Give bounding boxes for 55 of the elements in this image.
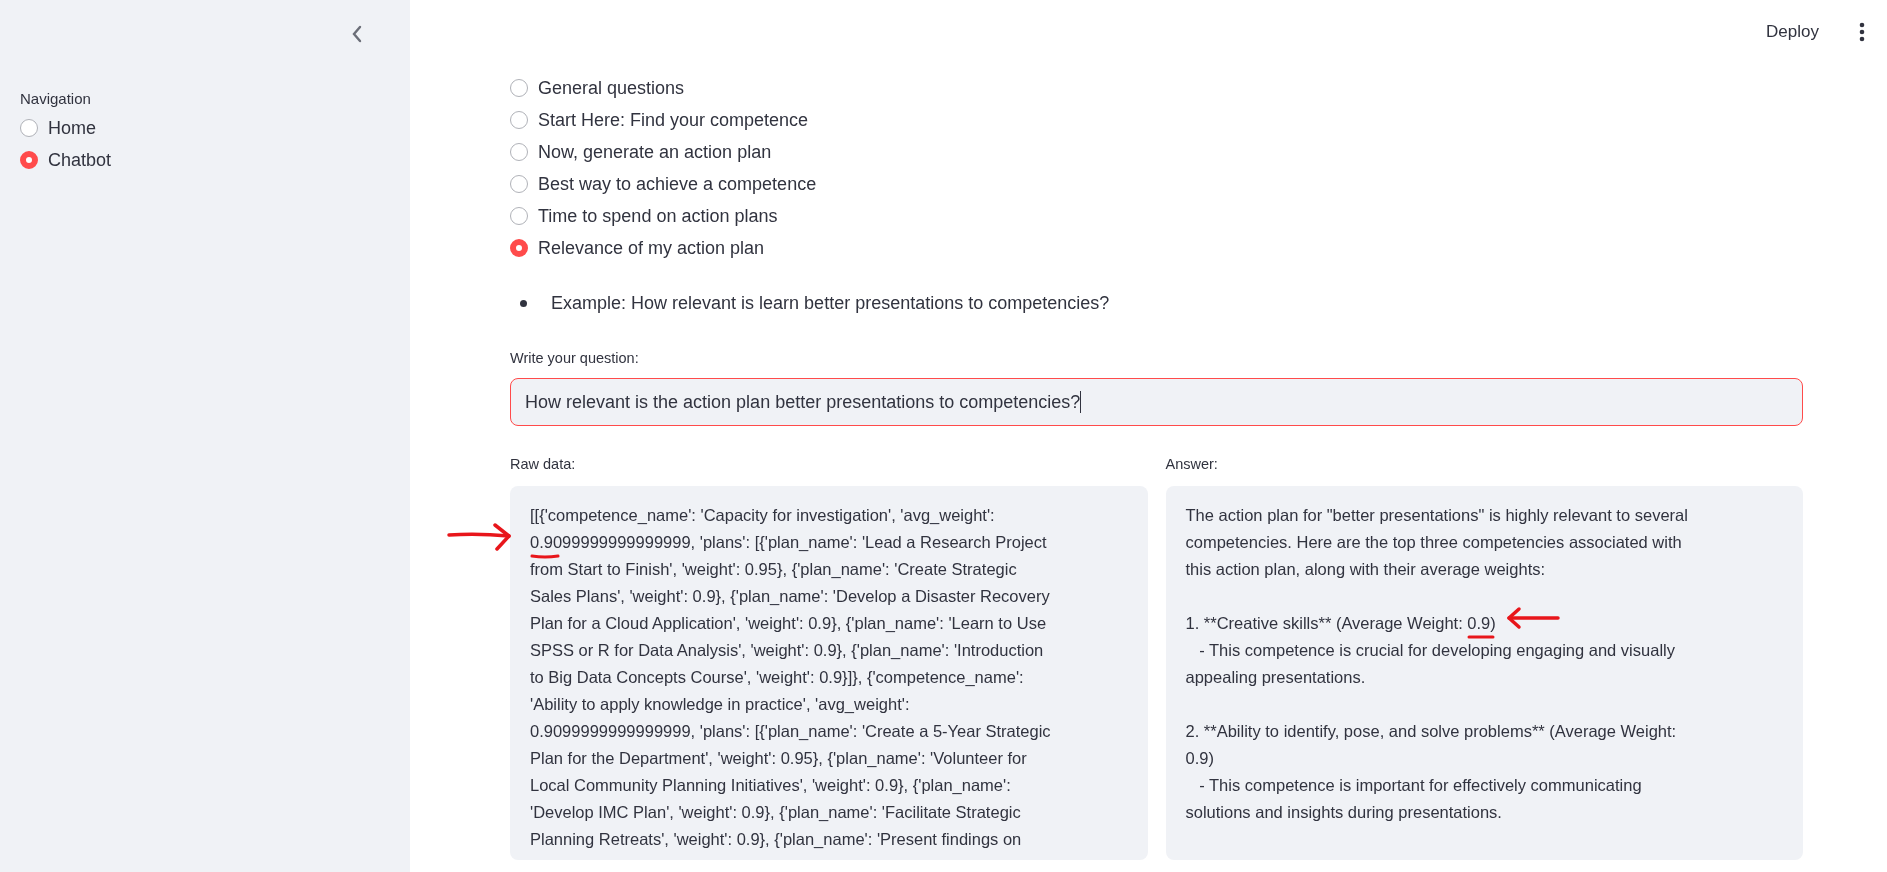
- answer-line: solutions and insights during presentations.: [1185, 803, 1502, 822]
- raw-data-textarea[interactable]: [510, 486, 1148, 860]
- radio-label[interactable]: General questions: [538, 77, 685, 99]
- raw-data-line: 'Ability to apply knowledge in practice', 'avg_weight':: [530, 695, 910, 714]
- radio-label[interactable]: Relevance of my action plan: [538, 237, 765, 259]
- annotation-underline: [530, 553, 560, 559]
- question-field[interactable]: How relevant is the action plan better presentations to competencies?: [510, 378, 1803, 426]
- raw-data-line: to Big Data Concepts Course', 'weight': 0.9}]}, {'competence_name':: [530, 668, 1024, 687]
- radio-button[interactable]: [510, 175, 528, 193]
- radio-label[interactable]: Time to spend on action plans: [538, 205, 778, 227]
- answer-line: 1. **Creative skills** (Average Weight: 0.9): [1185, 614, 1496, 633]
- raw-data-line: from Start to Finish', 'weight': 0.95}, {'plan_name': 'Create Strategic: [530, 560, 1017, 579]
- raw-data-line: SPSS or R for Data Analysis', 'weight': 0.9}, {'plan_name': 'Introduction: [530, 641, 1044, 660]
- answer-line: - This competence is important for effectively communicating: [1198, 776, 1642, 795]
- raw-data-line: 0.9099999999999999, 'plans': [{'plan_name': 'Create a 5-Year Strategic: [530, 722, 1051, 741]
- radio-label[interactable]: Home: [48, 117, 96, 139]
- raw-data-line: [[{'competence_name': 'Capacity for investigation', 'avg_weight':: [530, 506, 995, 525]
- radio-label[interactable]: Chatbot: [48, 149, 112, 171]
- answer-line: - This competence is crucial for developing engaging and visually: [1198, 641, 1675, 660]
- annotation-arrow: [1505, 606, 1561, 630]
- answer-line: this action plan, along with their average weights:: [1185, 560, 1546, 579]
- radio-button[interactable]: [510, 239, 528, 257]
- raw-data-line: 'Develop IMC Plan', 'weight': 0.9}, {'plan_name': 'Facilitate Strategic: [530, 803, 1021, 822]
- raw-data-label: Raw data:: [510, 456, 577, 472]
- chevron-left-icon[interactable]: [351, 25, 363, 43]
- answer-line: 0.9): [1185, 749, 1214, 768]
- bullet-icon: [520, 300, 527, 307]
- raw-data-line: Local Community Planning Initiatives', 'weight': 0.9}, {'plan_name':: [530, 776, 1011, 795]
- radio-label[interactable]: Now, generate an action plan: [538, 141, 772, 163]
- answer-textarea[interactable]: [1165, 486, 1803, 860]
- radio-button[interactable]: [510, 207, 528, 225]
- radio-button[interactable]: [510, 79, 528, 97]
- deploy-button[interactable]: Deploy: [1760, 18, 1825, 46]
- annotation-arrow: [447, 522, 513, 552]
- radio-label[interactable]: Best way to achieve a competence: [538, 173, 817, 195]
- answer-line: 2. **Ability to identify, pose, and solve problems** (Average Weight:: [1185, 722, 1677, 741]
- answer-line: appealing presentations.: [1185, 668, 1366, 687]
- raw-data-line: Plan for a Cloud Application', 'weight': 0.9}, {'plan_name': 'Learn to Use: [530, 614, 1047, 633]
- radio-label[interactable]: Start Here: Find your competence: [538, 109, 809, 131]
- answer-label: Answer:: [1165, 456, 1219, 472]
- more-options-icon[interactable]: [1859, 22, 1865, 42]
- question-label: Write your question:: [510, 350, 640, 366]
- raw-data-line: Planning Retreats', 'weight': 0.9}, {'plan_name': 'Present findings on: [530, 830, 1022, 849]
- radio-button[interactable]: [510, 143, 528, 161]
- raw-data-line: Plan for the Department', 'weight': 0.95}, {'plan_name': 'Volunteer for: [530, 749, 1027, 768]
- radio-button[interactable]: [510, 111, 528, 129]
- answer-line: competencies. Here are the top three competencies associated with: [1185, 533, 1682, 552]
- raw-data-line: Sales Plans', 'weight': 0.9}, {'plan_name': 'Develop a Disaster Recovery: [530, 587, 1050, 606]
- radio-button[interactable]: [20, 151, 38, 169]
- answer-line: The action plan for "better presentations" is highly relevant to several: [1185, 506, 1688, 525]
- navigation-label: Navigation: [20, 90, 92, 107]
- raw-data-line: 0.9099999999999999, 'plans': [{'plan_name': 'Lead a Research Project: [530, 533, 1047, 552]
- radio-button[interactable]: [20, 119, 38, 137]
- example-text: Example: How relevant is learn better presentations to competencies?: [551, 293, 1110, 314]
- annotation-underline: [1467, 634, 1495, 640]
